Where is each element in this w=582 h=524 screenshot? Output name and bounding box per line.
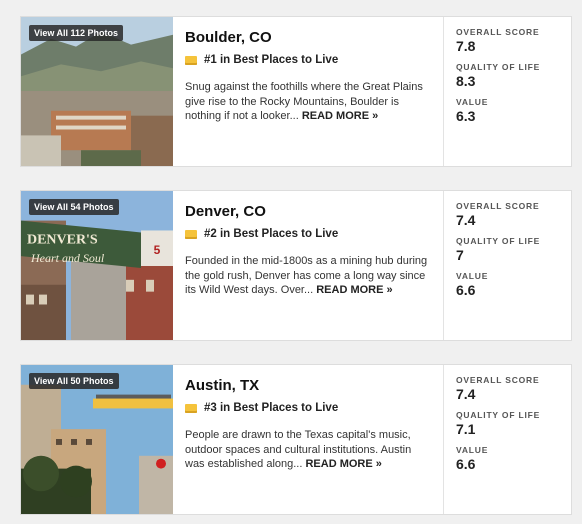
- read-more-link[interactable]: READ MORE »: [305, 458, 381, 470]
- city-name-link[interactable]: Austin, TX: [185, 377, 431, 394]
- svg-text:5: 5: [154, 243, 161, 257]
- scores-panel: OVERALL SCORE 7.8 QUALITY OF LIFE 8.3 VA…: [444, 17, 571, 166]
- city-photo[interactable]: View All 112 Photos: [21, 17, 173, 166]
- value-label: VALUE: [456, 445, 489, 455]
- value-value: 6.6: [456, 456, 476, 472]
- city-photo[interactable]: DENVER'S Heart and Soul 5 View All 54 Ph…: [21, 191, 173, 340]
- rank-ribbon-icon: [185, 55, 197, 65]
- quality-of-life-label: QUALITY OF LIFE: [456, 62, 541, 72]
- overall-score-label: OVERALL SCORE: [456, 27, 540, 37]
- listing-card-denver[interactable]: DENVER'S Heart and Soul 5 View All 54 Ph…: [20, 190, 572, 341]
- rank-text: #1 in Best Places to Live: [204, 54, 339, 66]
- quality-of-life-value: 8.3: [456, 73, 476, 89]
- scores-panel: OVERALL SCORE 7.4 QUALITY OF LIFE 7.1 VA…: [444, 365, 571, 514]
- listing-info: Denver, CO #2 in Best Places to Live Fou…: [173, 191, 444, 340]
- overall-score-value: 7.8: [456, 38, 476, 54]
- rank-ribbon-icon: [185, 403, 197, 413]
- quality-of-life-label: QUALITY OF LIFE: [456, 410, 541, 420]
- view-all-photos-button[interactable]: View All 54 Photos: [29, 199, 119, 215]
- view-all-photos-button[interactable]: View All 112 Photos: [29, 25, 124, 41]
- value-label: VALUE: [456, 97, 489, 107]
- overall-score-value: 7.4: [456, 386, 476, 402]
- city-name-link[interactable]: Boulder, CO: [185, 29, 431, 46]
- city-description: People are drawn to the Texas capital's …: [185, 428, 431, 472]
- rank-text: #2 in Best Places to Live: [204, 228, 339, 240]
- sign-text: DENVER'S: [27, 232, 98, 247]
- view-all-photos-button[interactable]: View All 50 Photos: [29, 373, 119, 389]
- city-name-link[interactable]: Denver, CO: [185, 203, 431, 220]
- sign-script: Heart and Soul: [30, 251, 105, 265]
- overall-score-label: OVERALL SCORE: [456, 201, 540, 211]
- rank-badge[interactable]: #3 in Best Places to Live: [185, 402, 431, 414]
- read-more-link[interactable]: READ MORE »: [302, 110, 378, 122]
- quality-of-life-value: 7.1: [456, 421, 476, 437]
- read-more-link[interactable]: READ MORE »: [316, 284, 392, 296]
- rank-badge[interactable]: #1 in Best Places to Live: [185, 54, 431, 66]
- value-label: VALUE: [456, 271, 489, 281]
- value-value: 6.3: [456, 108, 476, 124]
- scores-panel: OVERALL SCORE 7.4 QUALITY OF LIFE 7 VALU…: [444, 191, 571, 340]
- listing-card-austin[interactable]: View All 50 Photos Austin, TX #3 in Best…: [20, 364, 572, 515]
- quality-of-life-value: 7: [456, 247, 464, 263]
- city-description: Founded in the mid-1800s as a mining hub…: [185, 254, 431, 298]
- value-value: 6.6: [456, 282, 476, 298]
- listing-info: Boulder, CO #1 in Best Places to Live Sn…: [173, 17, 444, 166]
- listing-info: Austin, TX #3 in Best Places to Live Peo…: [173, 365, 444, 514]
- city-description: Snug against the foothills where the Gre…: [185, 80, 431, 124]
- rank-badge[interactable]: #2 in Best Places to Live: [185, 228, 431, 240]
- overall-score-value: 7.4: [456, 212, 476, 228]
- quality-of-life-label: QUALITY OF LIFE: [456, 236, 541, 246]
- overall-score-label: OVERALL SCORE: [456, 375, 540, 385]
- city-photo[interactable]: View All 50 Photos: [21, 365, 173, 514]
- rank-text: #3 in Best Places to Live: [204, 402, 339, 414]
- rank-ribbon-icon: [185, 229, 197, 239]
- listing-card-boulder[interactable]: View All 112 Photos Boulder, CO #1 in Be…: [20, 16, 572, 167]
